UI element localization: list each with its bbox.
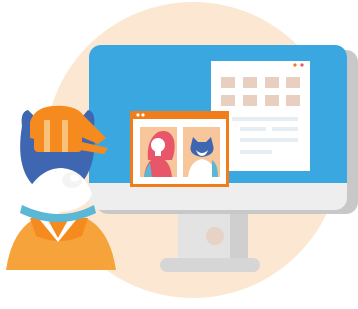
power-button-icon xyxy=(206,227,224,245)
window-dot-icon xyxy=(300,63,304,67)
profile-photos-window xyxy=(130,111,229,187)
woman-avatar-icon xyxy=(140,127,177,177)
window-dot-icon xyxy=(293,63,297,67)
cat-avatar-icon xyxy=(183,127,220,177)
illustration xyxy=(6,2,358,298)
